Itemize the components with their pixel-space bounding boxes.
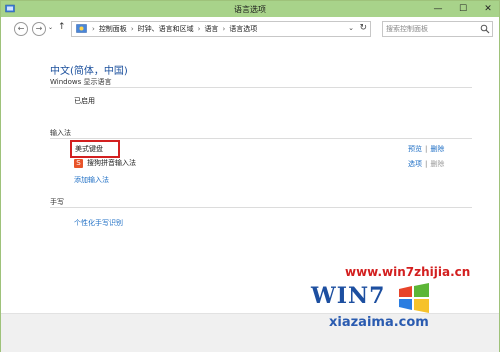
divider (50, 87, 472, 88)
watermark: www.win7zhijia.cn WIN7 xiazaima.com (281, 231, 491, 341)
watermark-site: xiazaima.com (329, 315, 429, 330)
remove-link-disabled: 删除 (430, 160, 445, 168)
handwriting-section-label: 手写 (50, 198, 64, 206)
preview-link[interactable]: 预览 (408, 145, 422, 153)
up-arrow-icon[interactable]: ↑ (58, 22, 66, 32)
breadcrumb-separator: › (92, 25, 95, 33)
input-method-section-label: 输入法 (50, 129, 71, 137)
divider (50, 138, 472, 139)
breadcrumb-control-panel[interactable]: 控制面板 (99, 24, 127, 34)
breadcrumb: › 控制面板 › 时钟、语言和区域 › 语言 › 语言选项 (92, 24, 257, 34)
sogou-icon: S (74, 158, 83, 168)
breadcrumb-separator: › (130, 25, 134, 33)
personalize-handwriting-link[interactable]: 个性化手写识别 (74, 218, 123, 228)
breadcrumb-language-options[interactable]: 语言选项 (229, 24, 257, 34)
watermark-url: www.win7zhijia.cn (345, 265, 471, 279)
minimize-button[interactable]: — (431, 1, 445, 17)
back-arrow-icon[interactable]: ← (14, 22, 28, 36)
search-box[interactable] (382, 21, 493, 37)
add-input-method-link[interactable]: 添加输入法 (74, 175, 109, 185)
breadcrumb-separator: › (222, 25, 226, 33)
address-dropdown-icon[interactable]: ⌄ (348, 24, 354, 32)
search-input[interactable] (386, 23, 476, 34)
search-icon[interactable] (480, 24, 490, 34)
address-bar[interactable]: › 控制面板 › 时钟、语言和区域 › 语言 › 语言选项 ⌄ ↻ (71, 21, 371, 37)
breadcrumb-language[interactable]: 语言 (204, 24, 218, 34)
remove-link[interactable]: 删除 (430, 145, 444, 153)
display-language-section-label: Windows 显示语言 (50, 78, 112, 86)
options-link[interactable]: 选项 (408, 160, 422, 168)
window-title: 语言选项 (234, 5, 266, 14)
title-bar[interactable]: 语言选项 — ☐ ✕ (1, 1, 499, 17)
display-language-status: 已启用 (74, 97, 95, 105)
ime-item-sogou: S 搜狗拼音输入法 (74, 158, 136, 168)
navigation-bar: ← → ⌄ ↑ › 控制面板 › 时钟、语言和区域 › 语言 › 语言选项 ⌄ … (1, 17, 499, 40)
forward-arrow-icon[interactable]: → (32, 22, 46, 36)
windows-logo-icon (399, 283, 429, 313)
ime-actions-sogou: 选项 | 删除 (408, 160, 445, 168)
watermark-logo: WIN7 (311, 283, 386, 309)
close-button[interactable]: ✕ (481, 1, 495, 17)
breadcrumb-separator: › (197, 25, 201, 33)
language-heading: 中文(简体，中国) (50, 66, 128, 77)
language-options-window: 语言选项 — ☐ ✕ ← → ⌄ ↑ › 控制面板 › 时钟、语言和区域 › 语… (0, 0, 500, 352)
divider (50, 207, 472, 208)
ime-item-us-keyboard: 美式键盘 (75, 145, 103, 153)
breadcrumb-clock-language-region[interactable]: 时钟、语言和区域 (138, 24, 194, 34)
maximize-button[interactable]: ☐ (456, 1, 470, 17)
refresh-icon[interactable]: ↻ (359, 23, 367, 33)
recent-locations-chevron-icon[interactable]: ⌄ (48, 24, 53, 31)
control-panel-icon (76, 24, 87, 33)
ime-item-label: 搜狗拼音输入法 (87, 159, 136, 167)
ime-actions-us-keyboard: 预览 | 删除 (408, 145, 445, 153)
